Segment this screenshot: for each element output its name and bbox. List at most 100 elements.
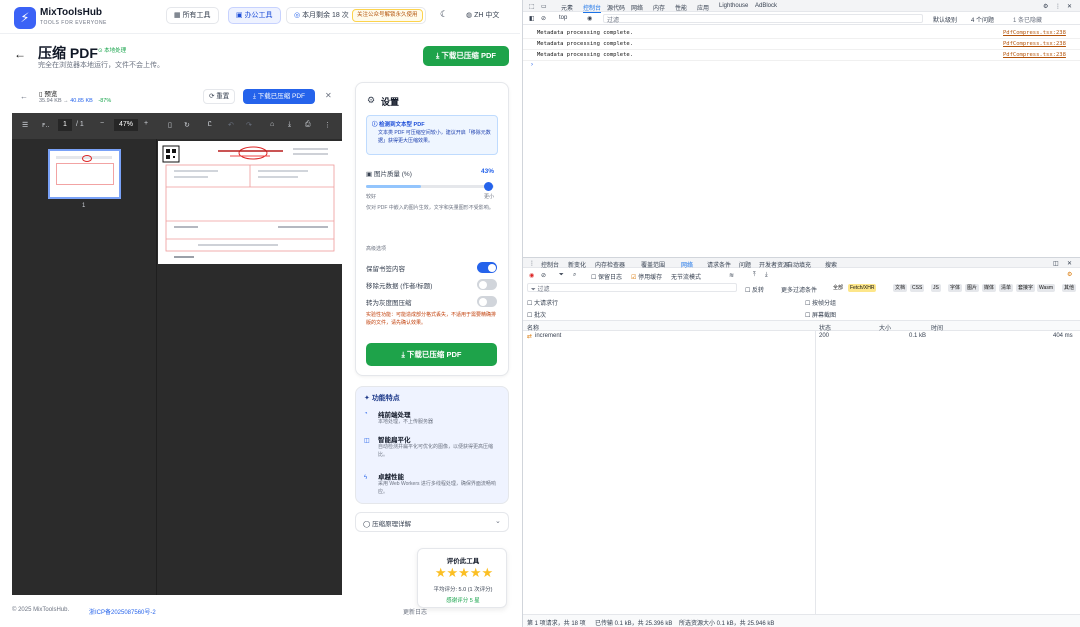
wifi-icon[interactable]: ≋ [729,272,734,279]
log-levels-select[interactable]: 默认级别 [933,15,957,24]
inspect-icon[interactable]: ⬚ [529,3,535,10]
issues-count[interactable]: 4 个问题 [971,15,994,24]
zoom-select[interactable]: 47% [114,119,138,131]
large-rows-checkbox[interactable]: ☐ 大请求行 [527,298,558,307]
star-icon[interactable]: ★ [435,565,447,580]
search-icon[interactable]: ⌕ [573,272,576,279]
back-arrow-icon[interactable]: ← [14,47,26,61]
type-filter-chip[interactable]: Fetch/XHR [848,284,877,292]
nav-all-tools[interactable]: ▦ 所有工具 [166,7,219,24]
console-filter-input[interactable]: 过滤 [603,14,923,24]
devtools-tab-sources[interactable]: 源代码 [607,3,625,12]
more-filters-select[interactable]: 更多过滤条件 [781,285,817,294]
footer-update-link[interactable]: 更新日志 [403,607,427,616]
console-prompt[interactable]: › [531,62,533,68]
clear-network-icon[interactable]: ⊘ [541,272,546,279]
type-filter-chip[interactable]: 清单 [999,284,1014,292]
context-select[interactable]: top [559,15,567,21]
drawer-tab-search[interactable]: 搜索 [825,260,837,269]
dock-icon[interactable]: ◫ [1053,260,1059,267]
quality-slider[interactable] [366,182,494,191]
type-filter-chip[interactable]: 文档 [893,284,908,292]
drawer-tab-console[interactable]: 控制台 [541,260,559,269]
page-nav-icon[interactable]: ꜰ.. [42,121,49,129]
star-rating[interactable]: ★★★★★ [427,564,501,582]
quality-slider-handle[interactable] [483,182,493,191]
import-har-icon[interactable]: ⤒ [753,272,756,279]
footer-icp-link[interactable]: 浙ICP备2025087560号-2 [89,607,156,616]
drawer-tab-network[interactable]: 网络 [681,260,693,269]
fit-page-icon[interactable]: ▯ [168,121,172,129]
close-drawer-icon[interactable]: ✕ [1067,260,1072,267]
group-by-frame-checkbox[interactable]: ☐ 按帧分组 [805,298,836,307]
drawer-tab-whats-new[interactable]: 新变化 [568,260,586,269]
type-filter-chip[interactable]: 其他 [1062,284,1077,292]
page-number-input[interactable]: 1 [58,119,72,131]
type-filter-chip[interactable]: JS [931,284,941,292]
disable-cache-checkbox[interactable]: ☑ 停用缓存 [631,272,662,281]
faq-accordion[interactable]: ◯ 压缩原理详解 ⌄ [355,512,509,532]
devtools-tab-performance[interactable]: 性能 [675,3,687,12]
zoom-in-icon[interactable]: + [144,120,148,127]
console-source-link[interactable]: PdfCompress.tsx:238 [1003,41,1066,47]
type-filter-chip[interactable]: CSS [910,284,925,292]
follow-notice[interactable]: 关注公众号解锁永久使用 [352,9,423,22]
language-switch[interactable]: ◍ ZH 中文 [466,10,499,20]
drawer-menu-icon[interactable]: ⋮ [529,260,535,267]
drawer-tab-developer-resources[interactable]: 开发者资源 [759,260,789,269]
console-source-link[interactable]: PdfCompress.tsx:238 [1003,52,1066,58]
sidebar-icon[interactable]: ◧ [529,15,535,22]
drawer-tab-issues[interactable]: 问题 [739,260,751,269]
redo-icon[interactable]: ↷ [246,121,252,129]
print-icon[interactable]: ⎙ [305,121,311,129]
drawer-tab-autofill[interactable]: 自动填充 [787,260,811,269]
type-filter-chip[interactable]: 字体 [948,284,963,292]
throttle-select[interactable]: 无节流模式 [671,272,701,281]
drawer-tab-memory-inspector[interactable]: 内存检查器 [595,260,625,269]
star-icon[interactable]: ★ [470,565,482,580]
export-har-icon[interactable]: ⤓ [765,272,768,279]
file-back-icon[interactable]: ← [20,92,28,101]
devtools-tab-network[interactable]: 网络 [631,3,643,12]
download-compressed-main-button[interactable]: ⤓ 下载已压缩 PDF [366,343,497,366]
devtools-tab-elements[interactable]: 元素 [561,3,573,12]
type-filter-chip[interactable]: 媒体 [982,284,997,292]
column-size[interactable]: 大小 [879,323,891,332]
text-tool-icon[interactable]: Ꮭ [208,121,212,129]
drawer-tab-coverage[interactable]: 覆盖范围 [641,260,665,269]
column-name[interactable]: 名称 [527,323,539,332]
network-settings-icon[interactable]: ⚙ [1067,271,1072,278]
option-grayscale-toggle[interactable] [477,296,497,307]
star-icon[interactable]: ★ [458,565,470,580]
rotate-icon[interactable]: ↻ [184,121,190,129]
more-icon[interactable]: ⋮ [324,121,331,129]
option-keep-bookmarks-toggle[interactable] [477,262,497,273]
devtools-tab-memory[interactable]: 内存 [653,3,665,12]
devtools-tab-adblock[interactable]: AdBlock [755,3,777,9]
brand-name[interactable]: MixToolsHub [40,7,102,18]
download-compressed-top-button[interactable]: ⤓ 下载已压缩 PDF [423,46,509,66]
devtools-tab-lighthouse[interactable]: Lighthouse [719,3,748,9]
device-toolbar-icon[interactable]: ▭ [541,3,547,10]
devtools-tab-console[interactable]: 控制台 [583,3,602,13]
logo-icon[interactable]: ⚡ [14,7,36,29]
table-row[interactable]: ⇄ increment 200 0.1 kB 404 ms [523,332,1080,342]
type-filter-chip[interactable]: 图片 [965,284,980,292]
batch-checkbox[interactable]: ☐ 批次 [527,310,546,319]
reset-button[interactable]: ⟳ 重置 [203,89,236,104]
record-icon[interactable]: ◉ [529,272,534,279]
invert-checkbox[interactable]: ☐ 反转 [745,285,764,294]
option-remove-metadata-toggle[interactable] [477,279,497,290]
star-icon[interactable]: ★ [447,565,459,580]
star-icon[interactable]: ★ [481,565,493,580]
download-compressed-small-button[interactable]: ⤓ 下载已压缩 PDF [243,89,315,104]
sidebar-toggle-icon[interactable]: ☰ [22,121,28,129]
undo-icon[interactable]: ↶ [228,121,234,129]
type-filter-chip[interactable]: Wasm [1037,284,1055,292]
screenshots-checkbox[interactable]: ☐ 屏幕截图 [805,310,836,319]
console-source-link[interactable]: PdfCompress.tsx:238 [1003,30,1066,36]
sign-icon[interactable]: ⌂ [270,121,274,128]
column-time[interactable]: 时间 [931,323,943,332]
type-filter-chip[interactable]: 全部 [831,284,845,292]
settings-gear-icon[interactable]: ⚙ [1043,3,1048,10]
